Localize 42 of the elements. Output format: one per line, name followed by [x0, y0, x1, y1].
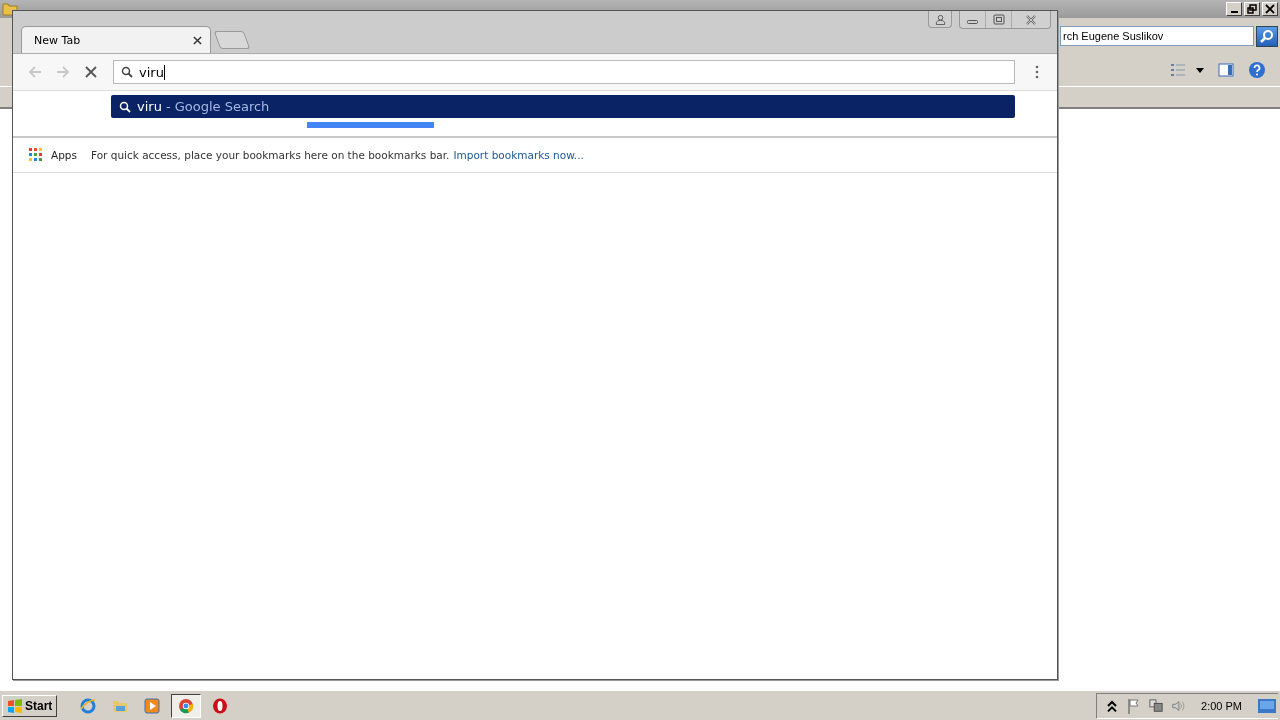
- preview-pane-icon[interactable]: [1218, 62, 1234, 78]
- start-button[interactable]: Start: [2, 694, 58, 717]
- globe-icon: [80, 697, 97, 714]
- profile-button[interactable]: [928, 11, 952, 28]
- close-icon: [1025, 13, 1037, 26]
- search-icon: [119, 100, 131, 113]
- apps-icon[interactable]: [29, 148, 43, 162]
- close-button[interactable]: [1262, 2, 1278, 16]
- search-icon: [1259, 28, 1275, 44]
- clock: 2:00 PM: [1201, 699, 1242, 712]
- suggestion-description: - Google Search: [165, 99, 270, 114]
- minimize-icon: [967, 20, 978, 24]
- network-icon[interactable]: [1149, 697, 1164, 714]
- suggestion-item[interactable]: viru - Google Search: [111, 95, 1015, 118]
- flag-icon[interactable]: [1127, 697, 1142, 714]
- stop-icon[interactable]: [83, 64, 99, 80]
- search-icon: [121, 66, 133, 78]
- close-icon[interactable]: [193, 35, 202, 45]
- maximize-icon: [992, 13, 1005, 26]
- bookmarks-message: For quick access, place your bookmarks here on the bookmarks bar.: [91, 149, 450, 161]
- suggestion-query: viru: [137, 99, 162, 114]
- browser-tab[interactable]: New Tab: [21, 26, 211, 53]
- show-desktop-icon[interactable]: [1258, 698, 1276, 713]
- browser-icon: [178, 697, 195, 714]
- import-bookmarks-link[interactable]: Import bookmarks now...: [453, 149, 584, 161]
- search-field[interactable]: rch Eugene Suslikov: [1060, 26, 1254, 46]
- close-icon: [1265, 4, 1275, 14]
- caret-icon[interactable]: [1196, 67, 1204, 73]
- ring-icon: [212, 697, 229, 714]
- view-list-icon[interactable]: [1170, 62, 1186, 78]
- search-button[interactable]: [1256, 25, 1278, 47]
- address-field[interactable]: viru: [113, 60, 1015, 84]
- windows-flag-icon: [7, 697, 23, 714]
- restore-button[interactable]: [1244, 2, 1260, 16]
- chrome-taskbar-button[interactable]: [171, 693, 202, 718]
- restore-icon: [1247, 4, 1257, 14]
- menu-icon[interactable]: [1035, 65, 1039, 79]
- help-icon[interactable]: [1248, 61, 1266, 79]
- person-icon: [934, 13, 946, 25]
- minimize-icon: [1230, 11, 1238, 13]
- apps-link[interactable]: Apps: [51, 149, 77, 161]
- play-icon: [144, 697, 161, 714]
